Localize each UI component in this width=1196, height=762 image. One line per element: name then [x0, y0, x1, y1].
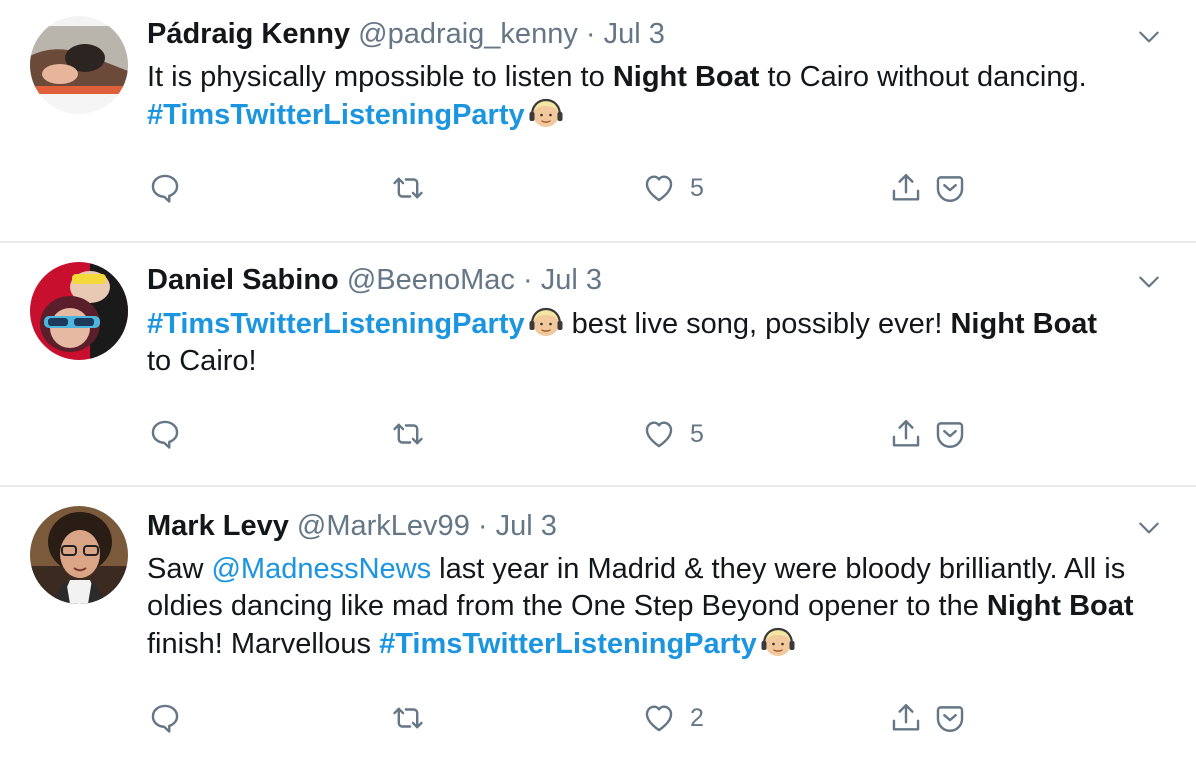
hashtag-link[interactable]: #TimsTwitterListeningParty: [379, 628, 757, 660]
bold-text: Night Boat: [986, 590, 1134, 622]
dm-button[interactable]: [933, 414, 967, 454]
user-handle[interactable]: @MarkLev99: [297, 510, 470, 542]
like-button[interactable]: 2: [642, 698, 704, 738]
share-button[interactable]: [889, 698, 923, 738]
reply-button[interactable]: [148, 414, 182, 454]
share-icon: [889, 171, 923, 205]
display-name[interactable]: Daniel Sabino: [147, 264, 339, 296]
chevron-down-icon[interactable]: [1136, 269, 1162, 295]
like-count: 5: [690, 173, 704, 202]
tweet-header: Mark Levy @MarkLev99 · Jul 3: [147, 510, 557, 543]
tweet-text: It is physically mpossible to listen to …: [147, 61, 1087, 131]
retweet-button[interactable]: [391, 168, 425, 208]
dm-icon: [933, 171, 967, 205]
retweet-button[interactable]: [391, 698, 425, 738]
avatar[interactable]: [30, 506, 128, 604]
bold-text: Night Boat: [950, 308, 1098, 340]
mention-link[interactable]: @MadnessNews: [211, 553, 431, 585]
display-name[interactable]: Pádraig Kenny: [147, 18, 350, 50]
like-count: 5: [690, 419, 704, 448]
tweet[interactable]: Mark Levy @MarkLev99 · Jul 3 Saw @Madnes…: [0, 487, 1196, 762]
tweet[interactable]: Daniel Sabino @BeenoMac · Jul 3 #TimsTwi…: [0, 243, 1196, 487]
person-headphones-emoji: [528, 305, 564, 339]
tweet-actions: 2: [0, 698, 1196, 738]
bold-text: Night Boat: [612, 61, 760, 93]
dm-icon: [933, 417, 967, 451]
separator-dot: ·: [585, 18, 596, 50]
user-handle[interactable]: @padraig_kenny: [358, 18, 578, 50]
avatar[interactable]: [30, 16, 128, 114]
chevron-down-icon[interactable]: [1136, 515, 1162, 541]
heart-icon: [642, 417, 676, 451]
hashtag-link[interactable]: #TimsTwitterListeningParty: [147, 99, 525, 131]
heart-icon: [642, 171, 676, 205]
separator-dot: ·: [522, 264, 533, 296]
hashtag-link[interactable]: #TimsTwitterListeningParty: [147, 308, 525, 340]
share-button[interactable]: [889, 168, 923, 208]
tweet-date[interactable]: Jul 3: [496, 510, 557, 542]
chevron-down-icon[interactable]: [1136, 24, 1162, 50]
retweet-icon: [391, 701, 425, 735]
tweet[interactable]: Pádraig Kenny @padraig_kenny · Jul 3 It …: [0, 0, 1196, 243]
dm-button[interactable]: [933, 698, 967, 738]
dm-icon: [933, 701, 967, 735]
retweet-button[interactable]: [391, 414, 425, 454]
user-handle[interactable]: @BeenoMac: [347, 264, 515, 296]
like-button[interactable]: 5: [642, 414, 704, 454]
person-headphones-emoji: [528, 96, 564, 130]
share-button[interactable]: [889, 414, 923, 454]
reply-icon: [148, 171, 182, 205]
dm-button[interactable]: [933, 168, 967, 208]
tweet-header: Pádraig Kenny @padraig_kenny · Jul 3: [147, 18, 665, 51]
avatar[interactable]: [30, 262, 128, 360]
reply-icon: [148, 701, 182, 735]
share-icon: [889, 701, 923, 735]
retweet-icon: [391, 417, 425, 451]
like-count: 2: [690, 703, 704, 732]
separator-dot: ·: [477, 510, 488, 542]
retweet-icon: [391, 171, 425, 205]
heart-icon: [642, 701, 676, 735]
reply-button[interactable]: [148, 168, 182, 208]
like-button[interactable]: 5: [642, 168, 704, 208]
reply-icon: [148, 417, 182, 451]
tweet-actions: 5: [0, 414, 1196, 454]
tweet-date[interactable]: Jul 3: [604, 18, 665, 50]
tweet-actions: 5: [0, 168, 1196, 208]
tweet-date[interactable]: Jul 3: [541, 264, 602, 296]
tweet-header: Daniel Sabino @BeenoMac · Jul 3: [147, 264, 602, 297]
tweet-text: Saw @MadnessNews last year in Madrid & t…: [147, 553, 1134, 660]
share-icon: [889, 417, 923, 451]
reply-button[interactable]: [148, 698, 182, 738]
display-name[interactable]: Mark Levy: [147, 510, 289, 542]
tweet-text: #TimsTwitterListeningParty best live son…: [147, 305, 1167, 380]
person-headphones-emoji: [760, 625, 796, 659]
